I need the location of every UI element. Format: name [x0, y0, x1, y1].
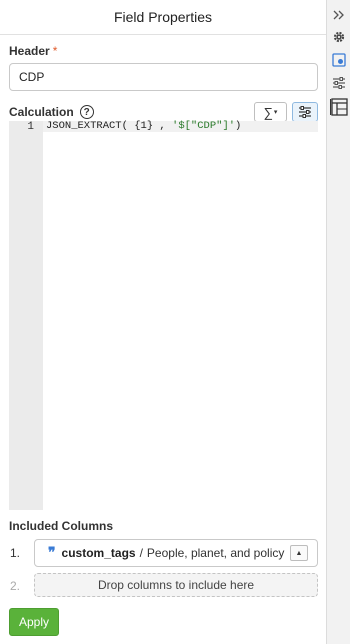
code-prefix: JSON_EXTRACT( {1} ,: [46, 120, 173, 132]
apply-button[interactable]: Apply: [9, 608, 59, 636]
line-number: 1: [27, 121, 34, 133]
calculation-row: Calculation ? ∑ ▾: [9, 102, 318, 122]
header-label-text: Header: [9, 44, 50, 58]
table-columns-icon[interactable]: [329, 97, 348, 116]
chevron-down-icon: ▾: [273, 109, 278, 116]
function-menu-button[interactable]: ∑ ▾: [254, 102, 287, 122]
panel-header: Field Properties: [0, 0, 326, 35]
collapse-icon[interactable]: [330, 6, 347, 23]
format-options-button[interactable]: [292, 102, 318, 122]
filter-sliders-icon[interactable]: [330, 74, 347, 91]
side-rail: [327, 0, 350, 644]
drop-columns-zone[interactable]: Drop columns to include here: [34, 573, 318, 597]
calculation-editor[interactable]: 1 JSON_EXTRACT( {1} , '$["CDP"]'): [9, 121, 318, 510]
calculation-label: Calculation: [9, 105, 74, 119]
gear-icon[interactable]: [330, 28, 347, 45]
column-name: custom_tags: [61, 546, 136, 560]
code-line[interactable]: JSON_EXTRACT( {1} , '$["CDP"]'): [43, 121, 318, 132]
header-label: Header *: [9, 44, 57, 58]
calculation-tools: ∑ ▾: [254, 102, 318, 122]
column-row-number: 1.: [10, 546, 21, 560]
code-string: '$["CDP"]': [172, 120, 236, 132]
sliders-icon: [299, 106, 311, 118]
drop-row-number: 2.: [10, 579, 21, 593]
column-chip[interactable]: ❞ custom_tags / People, planet, and poli…: [34, 539, 318, 567]
sigma-icon: ∑: [263, 104, 273, 120]
chevron-up-icon[interactable]: ▲: [290, 545, 308, 561]
included-columns-label: Included Columns: [9, 519, 114, 533]
quote-icon: ❞: [48, 545, 56, 561]
column-separator: /: [139, 546, 143, 560]
field-properties-panel: Field Properties Header* Calculation ? ∑…: [0, 0, 327, 644]
column-path: People, planet, and policy: [146, 546, 285, 560]
header-input[interactable]: [9, 63, 318, 91]
help-icon[interactable]: ?: [79, 105, 94, 119]
code-suffix: ): [235, 120, 242, 132]
editor-gutter: 1: [9, 121, 43, 510]
panel-title: Field Properties: [113, 9, 213, 25]
field-settings-icon[interactable]: [330, 51, 347, 68]
required-marker: *: [52, 44, 58, 58]
